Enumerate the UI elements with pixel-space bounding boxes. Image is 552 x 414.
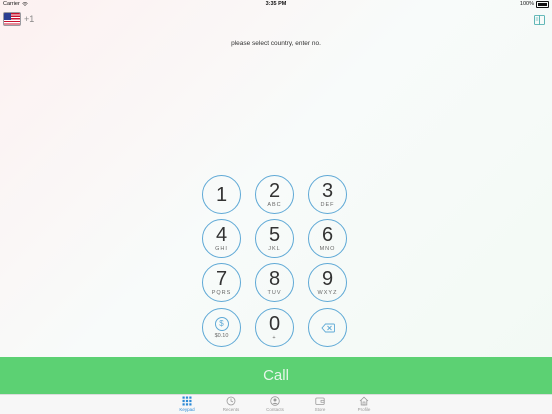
clock-label: 3:35 PM <box>265 1 287 7</box>
key-3[interactable]: 3 DEF <box>308 175 347 214</box>
tab-label: Recents <box>222 407 240 412</box>
key-digit: 0 <box>268 313 281 335</box>
key-digit: 7 <box>215 268 228 290</box>
key-digit: 6 <box>321 224 334 246</box>
key-7[interactable]: 7 PQRS <box>202 263 241 302</box>
tab-profile[interactable]: Profile <box>344 396 384 412</box>
balance-value: $0.10 <box>214 332 229 339</box>
wallet-icon <box>315 397 325 405</box>
key-letters: GHI <box>215 246 228 252</box>
tab-label: Profile <box>357 407 371 412</box>
key-letters: + <box>272 335 277 341</box>
tab-contacts[interactable]: Contacts <box>255 396 295 412</box>
key-2[interactable]: 2 ABC <box>255 175 294 214</box>
key-9[interactable]: 9 WXYZ <box>308 263 347 302</box>
key-digit: 3 <box>321 180 334 202</box>
key-1[interactable]: 1 <box>202 175 241 214</box>
key-0[interactable]: 0 + <box>255 308 294 347</box>
key-letters: WXYZ <box>317 290 338 296</box>
key-digit: 9 <box>321 268 334 290</box>
us-flag-icon[interactable] <box>3 12 21 26</box>
key-digit: 2 <box>268 180 281 202</box>
key-letters: TUV <box>267 290 282 296</box>
key-letters: JKL <box>268 246 281 252</box>
key-8[interactable]: 8 TUV <box>255 263 294 302</box>
tab-store[interactable]: Store <box>300 396 340 412</box>
key-letters: DEF <box>320 202 335 208</box>
clock-icon <box>226 396 236 406</box>
status-bar: Carrier 3:35 PM 100% <box>0 0 552 9</box>
status-right: 100% <box>520 1 549 8</box>
key-letters: MNO <box>319 246 336 252</box>
key-digit: 1 <box>215 183 228 206</box>
top-bar: +1 <box>0 10 552 30</box>
tab-keypad[interactable]: Keypad <box>167 396 207 412</box>
keypad-icon <box>182 396 192 406</box>
dollar-icon: $ <box>214 316 229 331</box>
dial-code[interactable]: +1 <box>24 14 34 24</box>
key-digit: 8 <box>268 268 281 290</box>
tab-bar: Keypad Recents Contacts Store Profile <box>0 394 552 414</box>
tab-label: Contacts <box>266 407 284 412</box>
tab-label: Store <box>314 407 326 412</box>
home-icon <box>359 396 369 406</box>
tab-recents[interactable]: Recents <box>211 396 251 412</box>
backspace-button[interactable] <box>308 308 347 347</box>
key-digit: 5 <box>268 224 281 246</box>
battery-icon <box>536 1 549 8</box>
key-5[interactable]: 5 JKL <box>255 219 294 258</box>
key-letters: ABC <box>267 202 282 208</box>
call-label: Call <box>263 367 289 384</box>
key-4[interactable]: 4 GHI <box>202 219 241 258</box>
instruction-text: please select country, enter no. <box>231 40 321 47</box>
tab-label: Keypad <box>179 407 195 412</box>
person-icon <box>270 396 280 406</box>
key-6[interactable]: 6 MNO <box>308 219 347 258</box>
battery-label: 100% <box>519 1 534 8</box>
key-letters: PQRS <box>211 290 232 296</box>
book-icon[interactable] <box>534 15 545 25</box>
key-digit: 4 <box>215 224 228 246</box>
balance-button[interactable]: $ $0.10 <box>202 308 241 347</box>
call-button[interactable]: Call <box>0 357 552 394</box>
backspace-icon <box>320 323 335 332</box>
